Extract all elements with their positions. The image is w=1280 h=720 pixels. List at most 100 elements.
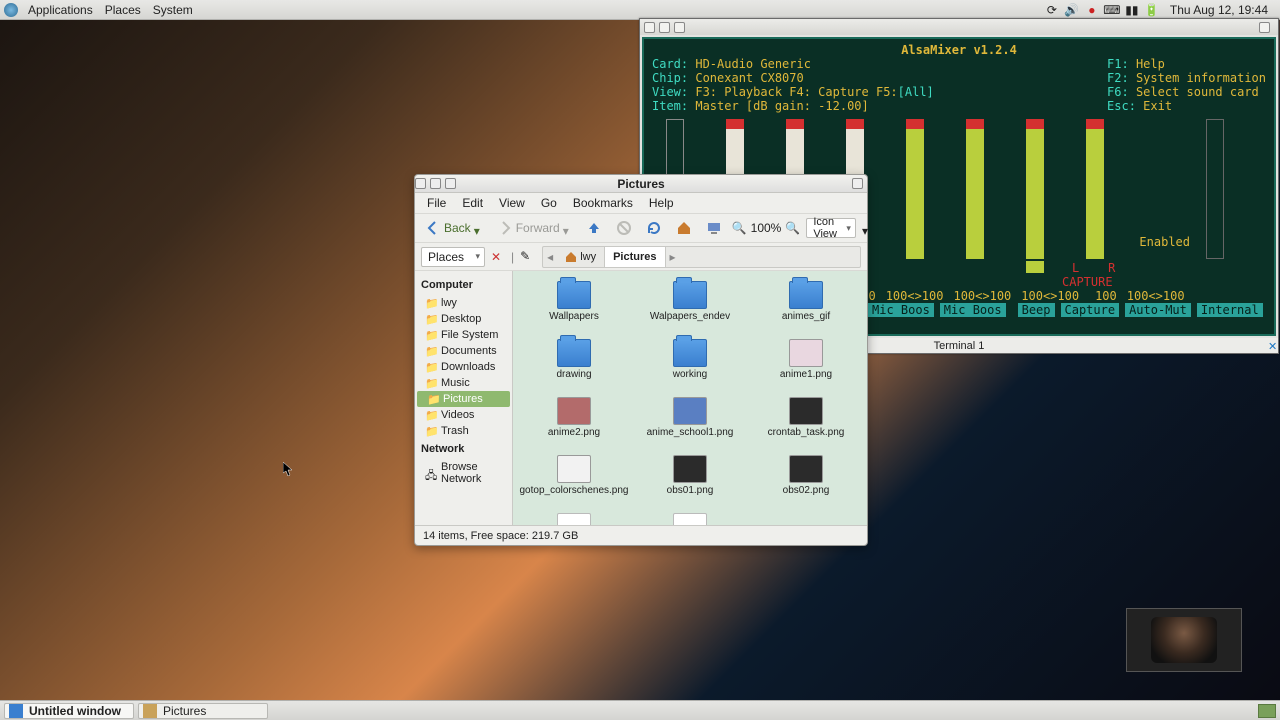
file-item[interactable]: crontab_task.png bbox=[749, 395, 863, 451]
places-select[interactable]: Places bbox=[421, 247, 485, 267]
more-icon: ⋯ bbox=[557, 513, 591, 525]
fm-titlebar[interactable]: Pictures bbox=[415, 175, 867, 193]
file-label: anime2.png bbox=[548, 427, 600, 438]
file-item[interactable]: obs01.png bbox=[633, 453, 747, 509]
file-item[interactable]: Wallpapers bbox=[517, 279, 631, 335]
menu-help[interactable]: Help bbox=[641, 194, 682, 212]
image-thumbnail bbox=[789, 397, 823, 425]
image-thumbnail bbox=[557, 397, 591, 425]
back-button[interactable]: Back ▾ bbox=[421, 218, 487, 238]
zoom-out-icon[interactable]: 🔍 bbox=[732, 221, 747, 235]
close-button-right[interactable] bbox=[1259, 22, 1270, 33]
file-item[interactable]: ⋯... bbox=[633, 511, 747, 525]
menu-places[interactable]: Places bbox=[99, 3, 147, 17]
crumb-prev-icon[interactable]: ◂ bbox=[543, 250, 557, 264]
tab-close-right[interactable]: ✕ bbox=[1266, 340, 1278, 352]
sidebar-item-label: Videos bbox=[441, 409, 474, 421]
menu-go[interactable]: Go bbox=[533, 194, 565, 212]
image-thumbnail bbox=[557, 455, 591, 483]
sidebar-item-videos[interactable]: 📁Videos bbox=[415, 407, 512, 423]
file-item[interactable]: anime_school1.png bbox=[633, 395, 747, 451]
folder-icon bbox=[673, 339, 707, 367]
sidebar-item-lwy[interactable]: 📁 lwy bbox=[415, 295, 512, 311]
computer-button[interactable] bbox=[702, 218, 726, 238]
sidebar-item-label: File System bbox=[441, 329, 498, 341]
sidebar-item-label: Music bbox=[441, 377, 470, 389]
folder-icon: 📁 bbox=[425, 345, 437, 357]
mouse-cursor-icon bbox=[283, 462, 293, 476]
file-item[interactable]: ⋯... bbox=[517, 511, 631, 525]
task-pictures[interactable]: Pictures bbox=[138, 703, 268, 719]
distro-logo-icon bbox=[4, 3, 18, 17]
fm-icon-view[interactable]: WallpapersWalpapers_endevanimes_gifdrawi… bbox=[513, 271, 867, 525]
minimize-button[interactable] bbox=[644, 22, 655, 33]
folder-icon: 📁 bbox=[425, 297, 437, 309]
crumb-pictures[interactable]: Pictures bbox=[605, 247, 665, 267]
update-icon[interactable]: ⟳ bbox=[1044, 2, 1060, 18]
record-icon[interactable]: ● bbox=[1084, 2, 1100, 18]
home-button[interactable] bbox=[672, 218, 696, 238]
file-item[interactable]: Walpapers_endev bbox=[633, 279, 747, 335]
file-label: drawing bbox=[556, 369, 591, 380]
close-button[interactable] bbox=[674, 22, 685, 33]
file-label: crontab_task.png bbox=[768, 427, 845, 438]
enabled-label: Enabled bbox=[1139, 235, 1190, 249]
network-icon[interactable]: ▮▮ bbox=[1124, 2, 1140, 18]
view-mode-more[interactable]: ▾ bbox=[862, 224, 868, 233]
file-manager-window: Pictures File Edit View Go Bookmarks Hel… bbox=[414, 174, 868, 546]
sidebar-item-documents[interactable]: 📁Documents bbox=[415, 343, 512, 359]
folder-icon bbox=[557, 281, 591, 309]
zoom-value: 100% bbox=[751, 221, 782, 235]
edit-path-icon[interactable]: ✎ bbox=[520, 249, 536, 265]
network-icon: 🖧 bbox=[425, 467, 437, 479]
fm-location-bar: Places ✕ | ✎ ◂ lwy Pictures ▸ bbox=[415, 243, 867, 271]
show-desktop-icon[interactable] bbox=[1258, 704, 1276, 718]
sidebar-item-label: Downloads bbox=[441, 361, 495, 373]
fm-toolbar: Back ▾ Forward ▾ 🔍 100% 🔍 Icon View ▾ bbox=[415, 213, 867, 243]
view-mode-select[interactable]: Icon View bbox=[806, 218, 856, 238]
places-close-icon[interactable]: ✕ bbox=[491, 250, 505, 264]
menu-file[interactable]: File bbox=[419, 194, 454, 212]
menu-edit[interactable]: Edit bbox=[454, 194, 491, 212]
reload-button[interactable] bbox=[642, 218, 666, 238]
menu-view[interactable]: View bbox=[491, 194, 533, 212]
terminal-titlebar[interactable] bbox=[640, 19, 1278, 35]
crumb-next-icon[interactable]: ▸ bbox=[666, 250, 680, 264]
volume-icon[interactable]: 🔊 bbox=[1064, 2, 1080, 18]
zoom-in-icon[interactable]: 🔍 bbox=[785, 221, 800, 235]
sidebar-item-music[interactable]: 📁Music bbox=[415, 375, 512, 391]
menu-system[interactable]: System bbox=[147, 3, 199, 17]
sidebar-item-desktop[interactable]: 📁Desktop bbox=[415, 311, 512, 327]
file-item[interactable]: obs02.png bbox=[749, 453, 863, 509]
sidebar-item-label: Desktop bbox=[441, 313, 481, 325]
file-item[interactable]: anime1.png bbox=[749, 337, 863, 393]
file-item[interactable]: drawing bbox=[517, 337, 631, 393]
sidebar-item-trash[interactable]: 📁Trash bbox=[415, 423, 512, 439]
folder-icon: 📁 bbox=[425, 361, 437, 373]
file-label: gotop_colorschenes.png bbox=[520, 485, 629, 496]
battery-icon[interactable]: 🔋 bbox=[1144, 2, 1160, 18]
sidebar-item-file-system[interactable]: 📁File System bbox=[415, 327, 512, 343]
file-item[interactable]: gotop_colorschenes.png bbox=[517, 453, 631, 509]
file-item[interactable]: anime2.png bbox=[517, 395, 631, 451]
folder-icon: 📁 bbox=[425, 425, 437, 437]
folder-icon bbox=[789, 281, 823, 309]
sidebar-item-label: lwy bbox=[441, 297, 457, 309]
alsamixer-title: AlsaMixer v1.2.4 bbox=[652, 43, 1266, 57]
image-thumbnail bbox=[789, 339, 823, 367]
keyboard-icon[interactable]: ⌨ bbox=[1104, 2, 1120, 18]
up-button[interactable] bbox=[582, 218, 606, 238]
sidebar-item-browse-network[interactable]: 🖧Browse Network bbox=[415, 459, 512, 487]
forward-button[interactable]: Forward ▾ bbox=[493, 218, 576, 238]
menu-applications[interactable]: Applications bbox=[22, 3, 99, 17]
maximize-button[interactable] bbox=[659, 22, 670, 33]
crumb-home[interactable]: lwy bbox=[557, 247, 605, 267]
file-item[interactable]: animes_gif bbox=[749, 279, 863, 335]
clock[interactable]: Thu Aug 12, 19:44 bbox=[1162, 3, 1276, 17]
sidebar-item-pictures[interactable]: 📁Pictures bbox=[417, 391, 510, 407]
file-item[interactable]: working bbox=[633, 337, 747, 393]
menu-bookmarks[interactable]: Bookmarks bbox=[565, 194, 641, 212]
sidebar-item-downloads[interactable]: 📁 Downloads bbox=[415, 359, 512, 375]
task-untitled-window[interactable]: Untitled window bbox=[4, 703, 134, 719]
status-text: 14 items, Free space: 219.7 GB bbox=[423, 530, 578, 542]
